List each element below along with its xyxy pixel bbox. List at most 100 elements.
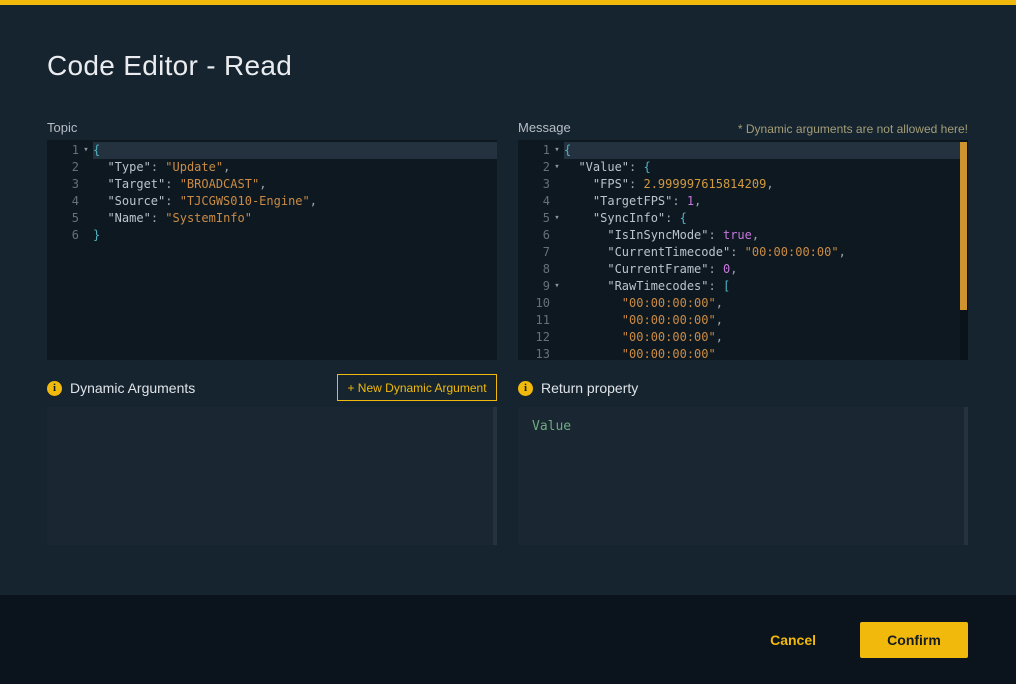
return-property-value[interactable]: Value: [518, 407, 968, 446]
fold-spacer: [79, 227, 93, 244]
code-line[interactable]: 7 "CurrentTimecode": "00:00:00:00",: [518, 244, 968, 261]
fold-spacer: [550, 295, 564, 312]
gutter: 4: [47, 193, 93, 210]
line-number: 2: [47, 159, 79, 176]
line-number: 5: [518, 210, 550, 227]
fold-toggle-icon[interactable]: ▾: [79, 142, 93, 159]
message-code-editor[interactable]: 1▾{2▾ "Value": {3 "FPS": 2.9999976158142…: [518, 140, 968, 360]
line-number: 3: [47, 176, 79, 193]
code-line[interactable]: 4 "Source": "TJCGWS010-Engine",: [47, 193, 497, 210]
fold-spacer: [550, 261, 564, 278]
line-number: 11: [518, 312, 550, 329]
code-line[interactable]: 8 "CurrentFrame": 0,: [518, 261, 968, 278]
line-number: 9: [518, 278, 550, 295]
gutter: 2: [47, 159, 93, 176]
code-line[interactable]: 6 "IsInSyncMode": true,: [518, 227, 968, 244]
line-number: 10: [518, 295, 550, 312]
code-text: "TargetFPS": 1,: [564, 193, 968, 210]
code-editor-modal: Code Editor - Read Topic Message * Dynam…: [0, 0, 1016, 684]
fold-toggle-icon[interactable]: ▾: [550, 159, 564, 176]
fold-spacer: [550, 312, 564, 329]
code-text: "00:00:00:00",: [564, 295, 968, 312]
fold-toggle-icon[interactable]: ▾: [550, 142, 564, 159]
code-line[interactable]: 4 "TargetFPS": 1,: [518, 193, 968, 210]
panel-scrollbar-track: [964, 407, 968, 545]
page-title: Code Editor - Read: [47, 50, 292, 82]
code-text: "SyncInfo": {: [564, 210, 968, 227]
accent-top-bar: [0, 0, 1016, 5]
new-dynamic-argument-button[interactable]: + New Dynamic Argument: [337, 374, 497, 401]
return-property-label: Return property: [541, 380, 638, 396]
line-number: 7: [518, 244, 550, 261]
code-text: "Source": "TJCGWS010-Engine",: [93, 193, 497, 210]
code-text: "CurrentFrame": 0,: [564, 261, 968, 278]
fold-spacer: [550, 244, 564, 261]
code-text: "Name": "SystemInfo": [93, 210, 497, 227]
fold-toggle-icon[interactable]: ▾: [550, 210, 564, 227]
gutter: 5: [47, 210, 93, 227]
info-icon[interactable]: i: [47, 381, 62, 396]
fold-spacer: [79, 210, 93, 227]
scrollbar-thumb[interactable]: [960, 142, 967, 310]
code-line[interactable]: 2 "Type": "Update",: [47, 159, 497, 176]
code-text: "Value": {: [564, 159, 968, 176]
fold-spacer: [79, 159, 93, 176]
code-text: {: [564, 142, 968, 159]
code-text: "00:00:00:00": [564, 346, 968, 360]
code-text: "FPS": 2.999997615814209,: [564, 176, 968, 193]
line-number: 13: [518, 346, 550, 360]
gutter: 3: [518, 176, 564, 193]
gutter: 5▾: [518, 210, 564, 227]
code-line[interactable]: 3 "Target": "BROADCAST",: [47, 176, 497, 193]
line-number: 2: [518, 159, 550, 176]
dynamic-arguments-label: Dynamic Arguments: [70, 380, 195, 396]
code-text: "Type": "Update",: [93, 159, 497, 176]
code-line[interactable]: 1▾{: [518, 142, 968, 159]
line-number: 6: [47, 227, 79, 244]
line-number: 6: [518, 227, 550, 244]
gutter: 8: [518, 261, 564, 278]
code-line[interactable]: 3 "FPS": 2.999997615814209,: [518, 176, 968, 193]
gutter: 4: [518, 193, 564, 210]
message-label: Message: [518, 120, 571, 135]
code-text: "IsInSyncMode": true,: [564, 227, 968, 244]
gutter: 10: [518, 295, 564, 312]
code-line[interactable]: 5 "Name": "SystemInfo": [47, 210, 497, 227]
code-line[interactable]: 9▾ "RawTimecodes": [: [518, 278, 968, 295]
line-number: 1: [518, 142, 550, 159]
code-line[interactable]: 13 "00:00:00:00": [518, 346, 968, 360]
code-line[interactable]: 5▾ "SyncInfo": {: [518, 210, 968, 227]
fold-toggle-icon[interactable]: ▾: [550, 278, 564, 295]
footer-bar: Cancel Confirm: [0, 595, 1016, 684]
code-line[interactable]: 10 "00:00:00:00",: [518, 295, 968, 312]
line-number: 5: [47, 210, 79, 227]
fold-spacer: [79, 176, 93, 193]
gutter: 1▾: [518, 142, 564, 159]
gutter: 9▾: [518, 278, 564, 295]
code-text: "RawTimecodes": [: [564, 278, 968, 295]
gutter: 7: [518, 244, 564, 261]
cancel-button[interactable]: Cancel: [770, 632, 816, 648]
fold-spacer: [550, 193, 564, 210]
return-property-box[interactable]: Value: [518, 407, 968, 545]
code-line[interactable]: 11 "00:00:00:00",: [518, 312, 968, 329]
gutter: 12: [518, 329, 564, 346]
code-text: "CurrentTimecode": "00:00:00:00",: [564, 244, 968, 261]
code-line[interactable]: 2▾ "Value": {: [518, 159, 968, 176]
fold-spacer: [79, 193, 93, 210]
code-line[interactable]: 12 "00:00:00:00",: [518, 329, 968, 346]
gutter: 6: [518, 227, 564, 244]
code-line[interactable]: 1▾{: [47, 142, 497, 159]
info-icon[interactable]: i: [518, 381, 533, 396]
gutter: 3: [47, 176, 93, 193]
topic-label: Topic: [47, 120, 77, 135]
dynamic-arguments-list: [47, 407, 497, 545]
line-number: 1: [47, 142, 79, 159]
code-line[interactable]: 6}: [47, 227, 497, 244]
topic-code-editor[interactable]: 1▾{2 "Type": "Update",3 "Target": "BROAD…: [47, 140, 497, 360]
code-text: "00:00:00:00",: [564, 312, 968, 329]
gutter: 11: [518, 312, 564, 329]
code-text: {: [93, 142, 497, 159]
fold-spacer: [550, 329, 564, 346]
confirm-button[interactable]: Confirm: [860, 622, 968, 658]
